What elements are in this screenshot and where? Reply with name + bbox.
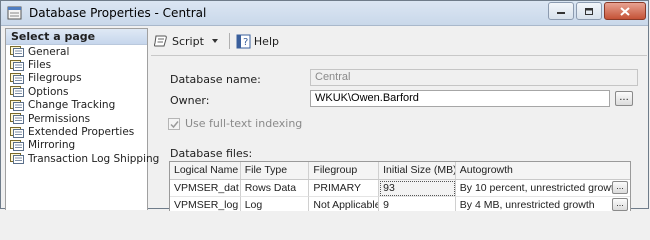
title-bar: Database Properties - Central: [1, 1, 648, 26]
autogrowth-cell[interactable]: By 10 percent, unrestricted growth ...: [455, 180, 630, 197]
file-type-cell[interactable]: Rows Data: [240, 180, 310, 197]
nav-item-label: Filegroups: [28, 72, 82, 85]
filegroup-cell[interactable]: Not Applicable: [309, 197, 380, 211]
nav-item[interactable]: General: [6, 45, 147, 58]
nav-item[interactable]: Mirroring: [6, 139, 147, 152]
restore-icon: [585, 7, 593, 15]
database-files-grid: Logical Name File Type Filegroup Initial…: [169, 161, 631, 211]
page-icon: [10, 113, 24, 125]
grid-header-row: Logical Name File Type Filegroup Initial…: [170, 162, 630, 180]
page-icon: [10, 46, 24, 58]
table-row[interactable]: VPMSER_dat Rows Data PRIMARY 93 By 10 pe…: [170, 180, 630, 197]
autogrowth-value: By 4 MB, unrestricted growth: [459, 199, 595, 211]
column-header-initial-size[interactable]: Initial Size (MB): [379, 162, 456, 179]
file-type-cell[interactable]: Log: [241, 197, 310, 211]
script-label: Script: [172, 34, 204, 48]
toolbar-divider: [151, 55, 647, 56]
help-icon: ?: [236, 34, 251, 48]
autogrowth-browse-button[interactable]: ...: [612, 198, 628, 211]
column-header-autogrowth[interactable]: Autogrowth: [456, 162, 630, 179]
toolbar: Script ? Help: [153, 31, 283, 51]
database-icon: [7, 6, 22, 20]
owner-browse-button[interactable]: ...: [615, 91, 633, 106]
database-name-label: Database name:: [170, 73, 261, 86]
owner-field[interactable]: WKUK\Owen.Barford: [310, 90, 610, 107]
help-button[interactable]: ? Help: [236, 34, 279, 49]
autogrowth-cell[interactable]: By 4 MB, unrestricted growth ...: [456, 197, 630, 211]
initial-size-cell[interactable]: 93: [379, 180, 456, 197]
page-icon: [10, 59, 24, 71]
nav-item[interactable]: Options: [6, 85, 147, 98]
filegroup-cell[interactable]: PRIMARY: [309, 180, 380, 197]
page-icon: [10, 153, 24, 165]
logical-name-cell[interactable]: VPMSER_dat: [170, 180, 241, 197]
nav-item-label: Files: [28, 59, 52, 72]
nav-item-label: Extended Properties: [28, 126, 135, 139]
nav-item-label: Permissions: [28, 112, 91, 125]
minimize-icon: [557, 12, 565, 14]
chevron-down-icon[interactable]: [210, 37, 220, 45]
fulltext-checkbox[interactable]: [168, 117, 180, 130]
column-header-filegroup[interactable]: Filegroup: [309, 162, 380, 179]
page-icon: [10, 86, 24, 98]
database-files-label: Database files:: [170, 147, 253, 160]
initial-size-cell[interactable]: 9: [379, 197, 456, 211]
column-header-logical-name[interactable]: Logical Name: [170, 162, 241, 179]
database-properties-window: Database Properties - Central Select a p…: [0, 0, 649, 211]
autogrowth-value: By 10 percent, unrestricted growth: [459, 182, 620, 194]
restore-button[interactable]: [576, 2, 602, 20]
page-icon: [10, 139, 24, 151]
nav-item[interactable]: Files: [6, 58, 147, 71]
nav-item[interactable]: Extended Properties: [6, 125, 147, 138]
checkmark-icon: [170, 120, 179, 128]
minimize-button[interactable]: [548, 2, 574, 20]
select-page-header: Select a page: [6, 29, 147, 45]
script-button[interactable]: Script: [153, 34, 223, 48]
nav-item-label: Transaction Log Shipping: [28, 152, 160, 165]
page-icon: [10, 99, 24, 111]
nav-item-label: Options: [28, 85, 69, 98]
table-row[interactable]: VPMSER_log Log Not Applicable 9 By 4 MB,…: [170, 197, 630, 211]
select-page-pane: Select a page General Files Filegroups Opti…: [5, 28, 159, 210]
owner-label: Owner:: [170, 94, 210, 107]
column-header-file-type[interactable]: File Type: [241, 162, 310, 179]
nav-item[interactable]: Change Tracking: [6, 99, 147, 112]
nav-item-label: General: [28, 45, 70, 58]
fulltext-checkbox-row[interactable]: Use full-text indexing: [168, 117, 302, 130]
close-icon: [620, 6, 630, 16]
autogrowth-browse-button[interactable]: ...: [612, 181, 628, 194]
nav-item-label: Mirroring: [28, 139, 76, 152]
logical-name-cell[interactable]: VPMSER_log: [170, 197, 241, 211]
toolbar-separator: [228, 33, 230, 49]
nav-item-label: Change Tracking: [28, 99, 116, 112]
nav-item[interactable]: Transaction Log Shipping: [6, 152, 159, 165]
database-name-field: Central: [310, 69, 638, 86]
nav-item[interactable]: Filegroups: [6, 72, 147, 85]
script-icon: [154, 35, 167, 47]
nav-item[interactable]: Permissions: [6, 112, 147, 125]
close-button[interactable]: [604, 2, 646, 20]
page-icon: [10, 72, 24, 84]
window-title: Database Properties - Central: [29, 6, 207, 20]
page-icon: [10, 126, 24, 138]
help-label: Help: [253, 34, 279, 48]
fulltext-label: Use full-text indexing: [185, 117, 303, 130]
svg-text:?: ?: [243, 37, 248, 48]
